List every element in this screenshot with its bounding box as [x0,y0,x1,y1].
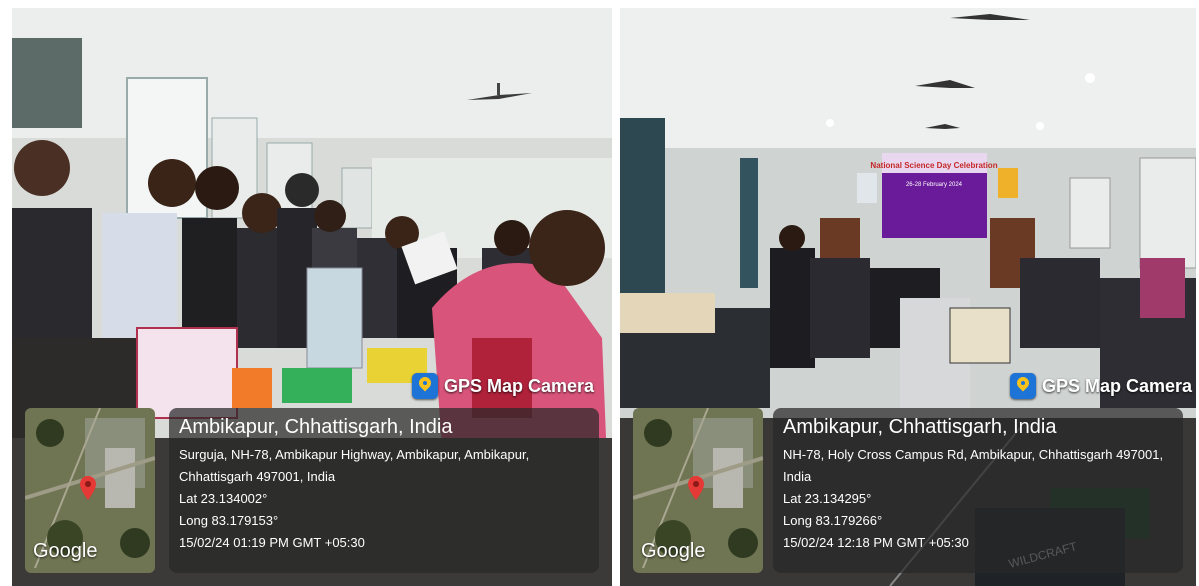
location-info-panel: Ambikapur, Chhattisgarh, India NH-78, Ho… [773,408,1183,573]
location-map-thumbnail: Google [633,408,763,573]
address-line-2: Chhattisgarh 497001, India [179,469,336,484]
longitude: Long 83.179153° [179,513,279,528]
longitude: Long 83.179266° [783,513,883,528]
location-info-panel: Ambikapur, Chhattisgarh, India Surguja, … [169,408,599,573]
address-line-1: Surguja, NH-78, Ambikapur Highway, Ambik… [179,447,530,462]
location-pin-icon [80,476,96,500]
location-city: Ambikapur, Chhattisgarh, India [179,416,453,438]
datetime: 15/02/24 12:18 PM GMT +05:30 [783,535,969,550]
gps-map-camera-badge: GPS Map Camera [412,373,594,399]
location-pin-icon [688,476,704,500]
gps-map-camera-badge: GPS Map Camera [1010,373,1192,399]
photo-right: National Science Day Celebration 26-28 F… [620,8,1196,586]
google-map-label: Google [641,540,706,562]
google-map-label: Google [33,540,98,562]
gps-map-camera-icon [412,373,438,399]
badge-label: GPS Map Camera [444,375,595,396]
gps-map-camera-icon [1010,373,1036,399]
latitude: Lat 23.134002° [179,491,268,506]
address-line-1: NH-78, Holy Cross Campus Rd, Ambikapur, … [783,447,1164,484]
location-city: Ambikapur, Chhattisgarh, India [783,416,1057,438]
photo-left: GPS Map Camera Google Ambikapur, Chhatti… [12,8,612,586]
banner-dates: 26-28 February 2024 [906,182,963,188]
datetime: 15/02/24 01:19 PM GMT +05:30 [179,535,365,550]
badge-label: GPS Map Camera [1042,375,1193,396]
location-map-thumbnail: Google [25,408,155,573]
latitude: Lat 23.134295° [783,491,872,506]
banner-title: National Science Day Celebration [870,161,997,170]
